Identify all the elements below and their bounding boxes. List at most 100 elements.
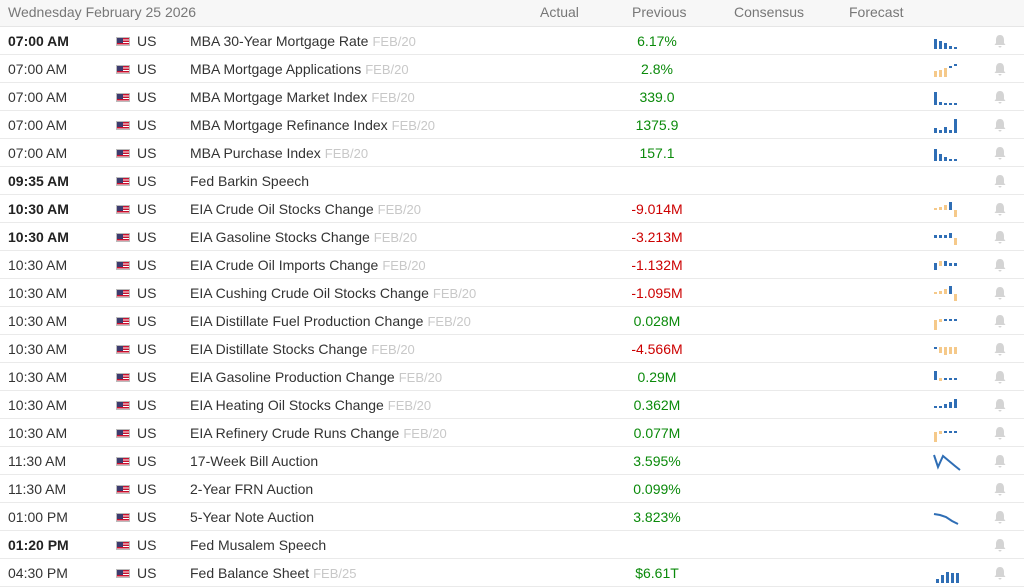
event-name-link[interactable]: MBA Mortgage Market Index FEB/20 [190, 89, 415, 105]
bell-icon[interactable] [993, 34, 1007, 48]
event-name-link[interactable]: 2-Year FRN Auction [190, 481, 313, 497]
table-row[interactable]: 10:30 AM US EIA Refinery Crude Runs Change… [0, 419, 1024, 447]
event-name: MBA 30-Year Mortgage Rate [190, 33, 369, 49]
table-row[interactable]: 10:30 AM US EIA Crude Oil Imports Change FE… [0, 251, 1024, 279]
sparkline-chart[interactable] [930, 199, 964, 219]
event-name: EIA Heating Oil Stocks Change [190, 397, 384, 413]
table-row[interactable]: 07:00 AM US MBA Mortgage Market Index FEB/2… [0, 83, 1024, 111]
sparkline-bar [934, 292, 937, 294]
table-row[interactable]: 10:30 AM US EIA Gasoline Stocks Change FEB/… [0, 223, 1024, 251]
event-name-link[interactable]: MBA Mortgage Refinance Index FEB/20 [190, 117, 435, 133]
sparkline-chart[interactable] [930, 507, 964, 527]
sparkline-chart[interactable] [930, 451, 964, 471]
bell-icon[interactable] [993, 202, 1007, 216]
sparkline-chart[interactable] [930, 31, 964, 51]
bell-icon[interactable] [993, 538, 1007, 552]
bell-icon[interactable] [993, 370, 1007, 384]
table-row[interactable]: 07:00 AM US MBA Purchase Index FEB/20 157.1 [0, 139, 1024, 167]
sparkline-chart[interactable] [930, 339, 964, 359]
sparkline-bar [954, 431, 957, 433]
us-flag-icon [116, 121, 130, 130]
bell-icon[interactable] [993, 314, 1007, 328]
bell-icon[interactable] [993, 398, 1007, 412]
table-row[interactable]: 10:30 AM US EIA Cushing Crude Oil Stocks C… [0, 279, 1024, 307]
sparkline-bar [934, 235, 937, 238]
event-name-link[interactable]: MBA Purchase Index FEB/20 [190, 145, 368, 161]
previous-value: -9.014M [631, 201, 683, 217]
event-name-link[interactable]: 17-Week Bill Auction [190, 453, 318, 469]
event-name-link[interactable]: MBA 30-Year Mortgage Rate FEB/20 [190, 33, 416, 49]
bell-icon[interactable] [993, 62, 1007, 76]
table-row[interactable]: 10:30 AM US EIA Distillate Fuel Production… [0, 307, 1024, 335]
table-row[interactable]: 10:30 AM US EIA Heating Oil Stocks Change F… [0, 391, 1024, 419]
sparkline-bar [939, 207, 942, 210]
event-name-link[interactable]: EIA Refinery Crude Runs Change FEB/20 [190, 425, 447, 441]
event-name-link[interactable]: EIA Crude Oil Imports Change FEB/20 [190, 257, 426, 273]
sparkline-chart[interactable] [930, 59, 964, 79]
event-name-link[interactable]: Fed Balance Sheet FEB/25 [190, 565, 356, 581]
bell-icon[interactable] [993, 454, 1007, 468]
sparkline-bar [934, 208, 937, 210]
bell-icon[interactable] [993, 258, 1007, 272]
bell-icon[interactable] [993, 118, 1007, 132]
event-country: US [137, 201, 157, 217]
table-row[interactable]: 01:20 PM US Fed Musalem Speech [0, 531, 1024, 559]
sparkline-chart[interactable] [930, 227, 964, 247]
event-name-link[interactable]: EIA Distillate Fuel Production Change FEB… [190, 313, 471, 329]
sparkline-bar [944, 404, 947, 408]
event-name-link[interactable]: EIA Gasoline Stocks Change FEB/20 [190, 229, 417, 245]
event-name-link[interactable]: EIA Distillate Stocks Change FEB/20 [190, 341, 415, 357]
bell-icon[interactable] [993, 342, 1007, 356]
table-row[interactable]: 07:00 AM US MBA Mortgage Applications FEB/2… [0, 55, 1024, 83]
table-row[interactable]: 10:30 AM US EIA Gasoline Production Change… [0, 363, 1024, 391]
bell-icon[interactable] [993, 482, 1007, 496]
bell-icon[interactable] [993, 174, 1007, 188]
table-row[interactable]: 09:35 AM US Fed Barkin Speech [0, 167, 1024, 195]
sparkline-chart[interactable] [930, 143, 964, 163]
event-reference-period: FEB/20 [324, 146, 369, 161]
us-flag-icon [116, 177, 130, 186]
sparkline-chart[interactable] [930, 311, 964, 331]
event-name-link[interactable]: EIA Crude Oil Stocks Change FEB/20 [190, 201, 421, 217]
sparkline-chart[interactable] [930, 87, 964, 107]
sparkline-chart[interactable] [930, 367, 964, 387]
table-row[interactable]: 07:00 AM US MBA 30-Year Mortgage Rate FEB/2… [0, 27, 1024, 55]
event-name-link[interactable]: EIA Cushing Crude Oil Stocks Change FEB/2… [190, 285, 476, 301]
table-row[interactable]: 07:00 AM US MBA Mortgage Refinance Index FE… [0, 111, 1024, 139]
sparkline-chart[interactable] [930, 563, 964, 583]
bell-icon[interactable] [993, 510, 1007, 524]
event-reference-period: FEB/20 [427, 314, 471, 329]
sparkline-chart[interactable] [930, 283, 964, 303]
bell-icon[interactable] [993, 426, 1007, 440]
sparkline-chart[interactable] [930, 255, 964, 275]
bell-icon[interactable] [993, 230, 1007, 244]
event-name-link[interactable]: MBA Mortgage Applications FEB/20 [190, 61, 409, 77]
sparkline-bar [949, 286, 952, 294]
event-name-link[interactable]: EIA Gasoline Production Change FEB/20 [190, 369, 442, 385]
table-row[interactable]: 11:30 AM US 2-Year FRN Auction 0.099% [0, 475, 1024, 503]
event-name-link[interactable]: Fed Musalem Speech [190, 537, 326, 553]
sparkline-chart[interactable] [930, 423, 964, 443]
event-name: Fed Balance Sheet [190, 565, 310, 581]
sparkline-chart[interactable] [930, 115, 964, 135]
sparkline-chart[interactable] [930, 395, 964, 415]
previous-value: 0.099% [633, 481, 681, 497]
event-name-link[interactable]: 5-Year Note Auction [190, 509, 314, 525]
table-row[interactable]: 11:30 AM US 17-Week Bill Auction 3.595% [0, 447, 1024, 475]
sparkline-bar [934, 406, 937, 408]
event-name-link[interactable]: Fed Barkin Speech [190, 173, 309, 189]
bell-icon[interactable] [993, 146, 1007, 160]
bell-icon[interactable] [993, 286, 1007, 300]
table-row[interactable]: 10:30 AM US EIA Crude Oil Stocks Change FEB… [0, 195, 1024, 223]
sparkline-bar [936, 579, 939, 583]
event-reference-period: FEB/20 [391, 118, 436, 133]
bell-icon[interactable] [993, 566, 1007, 580]
event-name: EIA Crude Oil Imports Change [190, 257, 379, 273]
table-row[interactable]: 01:00 PM US 5-Year Note Auction 3.823% [0, 503, 1024, 531]
event-name: EIA Refinery Crude Runs Change [190, 425, 400, 441]
bell-icon[interactable] [993, 90, 1007, 104]
table-row[interactable]: 04:30 PM US Fed Balance Sheet FEB/25 $6.61T [0, 559, 1024, 587]
table-row[interactable]: 10:30 AM US EIA Distillate Stocks Change FE… [0, 335, 1024, 363]
event-name: EIA Gasoline Production Change [190, 369, 395, 385]
event-name-link[interactable]: EIA Heating Oil Stocks Change FEB/20 [190, 397, 431, 413]
